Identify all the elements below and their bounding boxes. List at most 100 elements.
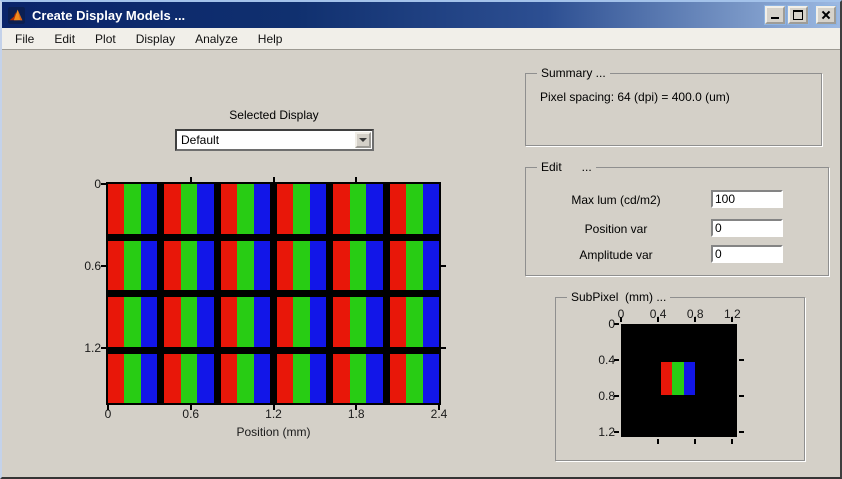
blue-subpixel (197, 241, 213, 291)
close-button[interactable] (816, 6, 836, 24)
tick-mark (355, 177, 357, 182)
red-subpixel (390, 354, 406, 404)
y-tick-label: 0 (587, 317, 615, 331)
tick-mark (101, 183, 106, 185)
red-subpixel (164, 354, 180, 404)
display-select-value: Default (181, 133, 219, 147)
pixel-cell (277, 354, 326, 404)
red-subpixel (164, 184, 180, 234)
red-subpixel (333, 184, 349, 234)
blue-subpixel (310, 241, 326, 291)
blue-subpixel (197, 354, 213, 404)
blue-subpixel (310, 354, 326, 404)
maximize-button[interactable] (788, 6, 808, 24)
menu-item-analyze[interactable]: Analyze (185, 29, 248, 49)
green-subpixel (672, 362, 683, 395)
y-tick-label: 0.6 (71, 259, 101, 273)
green-subpixel (237, 354, 253, 404)
green-subpixel (181, 184, 197, 234)
close-icon (821, 10, 831, 20)
display-plot: Position (mm) 00.61.21.82.400.61.2 (106, 182, 441, 405)
position-var-input[interactable] (711, 219, 783, 237)
pixel-cell (164, 354, 213, 404)
tick-mark (731, 317, 733, 322)
pixel-cell (164, 184, 213, 234)
pixel-cell (221, 354, 270, 404)
tick-mark (438, 405, 440, 410)
y-tick-label: 0 (71, 177, 101, 191)
chevron-down-icon (359, 138, 367, 142)
pixel-cell (390, 241, 439, 291)
red-subpixel (277, 241, 293, 291)
window-title: Create Display Models ... (32, 8, 762, 23)
subpixel-panel: SubPixel (mm) ... 00.40.81.200.40.81.2 (555, 297, 805, 461)
menu-item-help[interactable]: Help (248, 29, 293, 49)
y-tick-label: 0.8 (587, 389, 615, 403)
tick-mark (731, 439, 733, 444)
green-subpixel (124, 241, 140, 291)
tick-mark (107, 405, 109, 410)
pixel-cell (333, 354, 382, 404)
red-subpixel (108, 241, 124, 291)
red-subpixel (164, 297, 180, 347)
red-subpixel (221, 297, 237, 347)
tick-mark (620, 317, 622, 322)
menu-item-edit[interactable]: Edit (44, 29, 85, 49)
red-subpixel (221, 354, 237, 404)
selected-display-label: Selected Display (174, 108, 374, 122)
green-subpixel (181, 354, 197, 404)
red-subpixel (333, 297, 349, 347)
edit-panel-title: Edit ... (537, 160, 596, 174)
title-bar[interactable]: Create Display Models ... (2, 2, 840, 28)
pixel-cell (333, 184, 382, 234)
display-plot-canvas (108, 184, 439, 403)
maximize-icon (793, 10, 803, 20)
display-select[interactable]: Default (175, 129, 374, 151)
green-subpixel (124, 297, 140, 347)
blue-subpixel (366, 297, 382, 347)
subpixel-panel-title: SubPixel (mm) ... (567, 290, 670, 304)
red-subpixel (164, 241, 180, 291)
subpixel-rgb-square (661, 362, 695, 395)
menu-item-plot[interactable]: Plot (85, 29, 126, 49)
pixel-spacing-text: Pixel spacing: 64 (dpi) = 400.0 (um) (540, 90, 730, 104)
blue-subpixel (197, 297, 213, 347)
red-subpixel (333, 354, 349, 404)
matlab-icon (8, 7, 25, 24)
tick-mark (355, 405, 357, 410)
red-subpixel (390, 184, 406, 234)
red-subpixel (221, 184, 237, 234)
max-lum-input[interactable] (711, 190, 783, 208)
pixel-cell (277, 241, 326, 291)
blue-subpixel (254, 241, 270, 291)
pixel-cell (108, 297, 157, 347)
tick-mark (657, 317, 659, 322)
tick-mark (739, 359, 744, 361)
y-tick-label: 0.4 (587, 353, 615, 367)
red-subpixel (108, 184, 124, 234)
amplitude-var-input[interactable] (711, 245, 783, 263)
red-subpixel (277, 184, 293, 234)
combo-dropdown-button[interactable] (355, 132, 371, 148)
blue-subpixel (423, 354, 439, 404)
pixel-cell (221, 297, 270, 347)
summary-panel-title: Summary ... (537, 66, 610, 80)
menu-item-file[interactable]: File (5, 29, 44, 49)
green-subpixel (406, 184, 422, 234)
tick-mark (441, 265, 446, 267)
pixel-cell (390, 354, 439, 404)
pixel-cell (277, 297, 326, 347)
green-subpixel (181, 241, 197, 291)
green-subpixel (406, 241, 422, 291)
green-subpixel (293, 354, 309, 404)
green-subpixel (181, 297, 197, 347)
menu-item-display[interactable]: Display (126, 29, 185, 49)
blue-subpixel (423, 184, 439, 234)
green-subpixel (124, 354, 140, 404)
minimize-icon (771, 17, 779, 19)
minimize-button[interactable] (765, 6, 785, 24)
tick-mark (739, 431, 744, 433)
edit-panel: Edit ... Max lum (cd/m2)Position varAmpl… (525, 167, 829, 276)
green-subpixel (293, 297, 309, 347)
tick-mark (739, 395, 744, 397)
